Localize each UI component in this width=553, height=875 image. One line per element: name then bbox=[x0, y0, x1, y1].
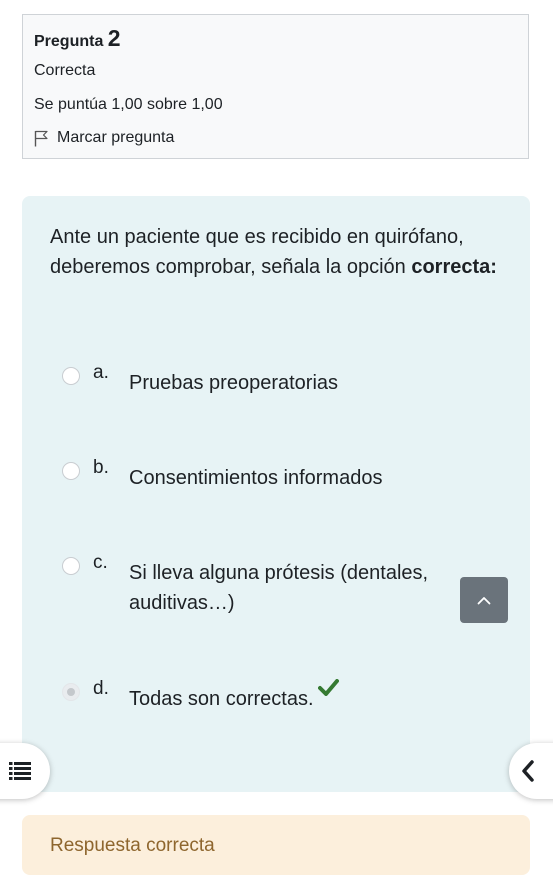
flag-question-link[interactable]: Marcar pregunta bbox=[34, 129, 174, 147]
check-icon bbox=[318, 679, 339, 696]
question-number: 2 bbox=[107, 25, 121, 51]
answer-text-a: Pruebas preoperatorias bbox=[129, 372, 339, 394]
answer-letter-d: d. bbox=[93, 678, 109, 699]
question-title: Pregunta 2 bbox=[34, 25, 121, 52]
chevron-left-icon bbox=[522, 760, 534, 782]
answer-radio-c[interactable] bbox=[62, 557, 80, 575]
answer-radio-a[interactable] bbox=[62, 367, 80, 385]
feedback-text: Respuesta correcta bbox=[50, 835, 215, 856]
answer-radio-b[interactable] bbox=[62, 462, 80, 480]
question-state: Correcta bbox=[34, 62, 96, 79]
answer-radio-d[interactable] bbox=[62, 683, 80, 701]
list-icon bbox=[9, 762, 31, 780]
feedback-box: Respuesta correcta bbox=[22, 815, 530, 875]
question-grade: Se puntúa 1,00 sobre 1,00 bbox=[34, 96, 223, 113]
scroll-to-top-button[interactable] bbox=[460, 577, 508, 623]
chevron-up-icon bbox=[477, 596, 491, 604]
flag-question-label: Marcar pregunta bbox=[57, 129, 175, 146]
answer-text-d: Todas son correctas. bbox=[129, 688, 314, 710]
answer-letter-c: c. bbox=[93, 552, 108, 573]
flag-icon bbox=[34, 130, 48, 146]
answer-text-b: Consentimientos informados bbox=[129, 467, 383, 489]
answer-text-c: Si lleva alguna prótesis (dentales, audi… bbox=[129, 562, 429, 614]
question-text: Ante un paciente que es recibido en quir… bbox=[50, 222, 510, 282]
question-content: Ante un paciente que es recibido en quir… bbox=[22, 196, 530, 792]
answer-letter-a: a. bbox=[93, 362, 109, 383]
question-label: Pregunta bbox=[34, 33, 104, 50]
answer-letter-b: b. bbox=[93, 457, 109, 478]
question-info: Pregunta 2 Correcta Se puntúa 1,00 sobre… bbox=[22, 14, 529, 159]
question-text-main: Ante un paciente que es recibido en quir… bbox=[50, 226, 464, 278]
question-text-bold: correcta: bbox=[411, 256, 497, 278]
